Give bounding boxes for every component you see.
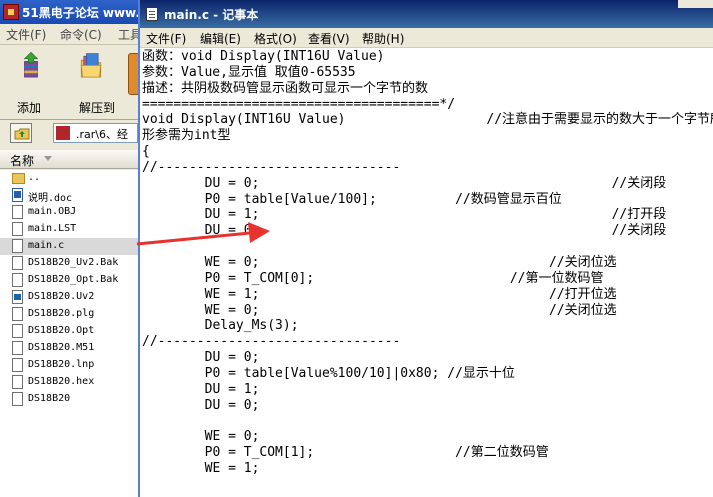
file-icon [12, 273, 23, 287]
winrar-toolbar: 添加 解压到 [0, 45, 138, 120]
menu-edit[interactable]: 编辑(E) [200, 30, 241, 47]
file-name: DS18B20.Opt [28, 325, 95, 336]
file-name: 说明.doc [28, 193, 73, 204]
menu-file[interactable]: 文件(F) [6, 26, 46, 43]
file-row[interactable]: DS18B20.M51 [0, 340, 138, 357]
file-icon [12, 256, 23, 270]
file-icon [12, 205, 23, 219]
file-icon [12, 307, 23, 321]
menu-format[interactable]: 格式(O) [254, 30, 297, 47]
notepad-icon [146, 7, 158, 21]
file-row-parent[interactable]: .. [0, 170, 138, 187]
address-path: .rar\6、经 [76, 128, 128, 141]
winrar-title: 51黑电子论坛 www. [22, 6, 138, 20]
file-row[interactable]: DS18B20.Opt [0, 323, 138, 340]
winrar-address-bar: .rar\6、经 [0, 120, 138, 146]
sort-descending-icon [44, 156, 52, 161]
next-toolbar-icon[interactable] [128, 53, 138, 95]
notepad-text-area[interactable]: 函数：void Display(INT16U Value) 参数：Value,显… [142, 49, 713, 497]
file-row[interactable]: main.LST [0, 221, 138, 238]
file-name: DS18B20.Uv2 [28, 291, 95, 302]
file-list: .. 说明.doc main.OBJ main.LST main.c DS18B… [0, 170, 138, 497]
file-icon [12, 324, 23, 338]
file-row[interactable]: DS18B20_Uv2.Bak [0, 255, 138, 272]
file-name: DS18B20.lnp [28, 359, 95, 370]
file-name: DS18B20 [28, 393, 71, 404]
add-button[interactable]: 添加 [8, 49, 50, 115]
menu-command[interactable]: 命令(C) [60, 26, 102, 43]
file-name: DS18B20.plg [28, 308, 95, 319]
file-row[interactable]: main.OBJ [0, 204, 138, 221]
file-name: DS18B20_Uv2.Bak [28, 257, 119, 268]
file-name: main.c [28, 240, 65, 251]
file-list-header: 名称 [0, 150, 138, 169]
up-folder-icon [14, 128, 30, 140]
file-row[interactable]: DS18B20.Uv2 [0, 289, 138, 306]
file-name: DS18B20_Opt.Bak [28, 274, 119, 285]
file-name: DS18B20.hex [28, 376, 95, 387]
word-doc-icon [12, 188, 23, 202]
extract-to-button[interactable]: 解压到 [72, 49, 122, 115]
notepad-window: main.c - 记事本 文件(F) 编辑(E) 格式(O) 查看(V) 帮助(… [138, 0, 713, 497]
file-name: main.LST [28, 223, 77, 234]
up-folder-button[interactable] [10, 123, 32, 143]
notepad-title: main.c - 记事本 [164, 8, 259, 22]
menu-tools[interactable]: 工具 [118, 26, 138, 43]
archive-icon [56, 126, 70, 140]
notepad-title-bar[interactable]: main.c - 记事本 [140, 0, 713, 28]
file-icon [12, 222, 23, 236]
file-row[interactable]: 说明.doc [0, 187, 138, 204]
file-row[interactable]: DS18B20_Opt.Bak [0, 272, 138, 289]
file-row[interactable]: DS18B20.plg [0, 306, 138, 323]
file-name: main.OBJ [28, 206, 77, 217]
address-field[interactable]: .rar\6、经 [53, 123, 138, 143]
file-row[interactable]: DS18B20.lnp [0, 357, 138, 374]
winrar-menu-bar: 文件(F) 命令(C) 工具 [0, 24, 138, 45]
uvision-project-icon [12, 290, 23, 304]
extract-to-icon [80, 53, 102, 78]
menu-view[interactable]: 查看(V) [308, 30, 350, 47]
extract-to-button-label: 解压到 [78, 101, 115, 115]
file-icon [12, 375, 23, 389]
winrar-title-bar[interactable]: 51黑电子论坛 www. [0, 0, 138, 24]
menu-file[interactable]: 文件(F) [146, 30, 186, 47]
file-icon [12, 392, 23, 406]
partial-window-edge [678, 0, 713, 8]
add-button-label: 添加 [16, 101, 41, 115]
add-archive-icon [23, 51, 39, 78]
file-icon [12, 358, 23, 372]
folder-up-icon [12, 173, 25, 184]
file-icon [12, 341, 23, 355]
file-row[interactable]: DS18B20.hex [0, 374, 138, 391]
file-row-selected[interactable]: main.c [0, 238, 138, 255]
file-name: .. [28, 172, 41, 183]
winrar-logo-icon [3, 4, 19, 20]
notepad-menu-bar: 文件(F) 编辑(E) 格式(O) 查看(V) 帮助(H) [140, 28, 713, 48]
menu-help[interactable]: 帮助(H) [362, 30, 404, 47]
file-name: DS18B20.M51 [28, 342, 95, 353]
winrar-window: 51黑电子论坛 www. 文件(F) 命令(C) 工具 添加 解压到 .rar\… [0, 0, 138, 497]
column-name[interactable]: 名称 [10, 152, 34, 169]
file-row[interactable]: DS18B20 [0, 391, 138, 408]
file-icon [12, 239, 23, 253]
